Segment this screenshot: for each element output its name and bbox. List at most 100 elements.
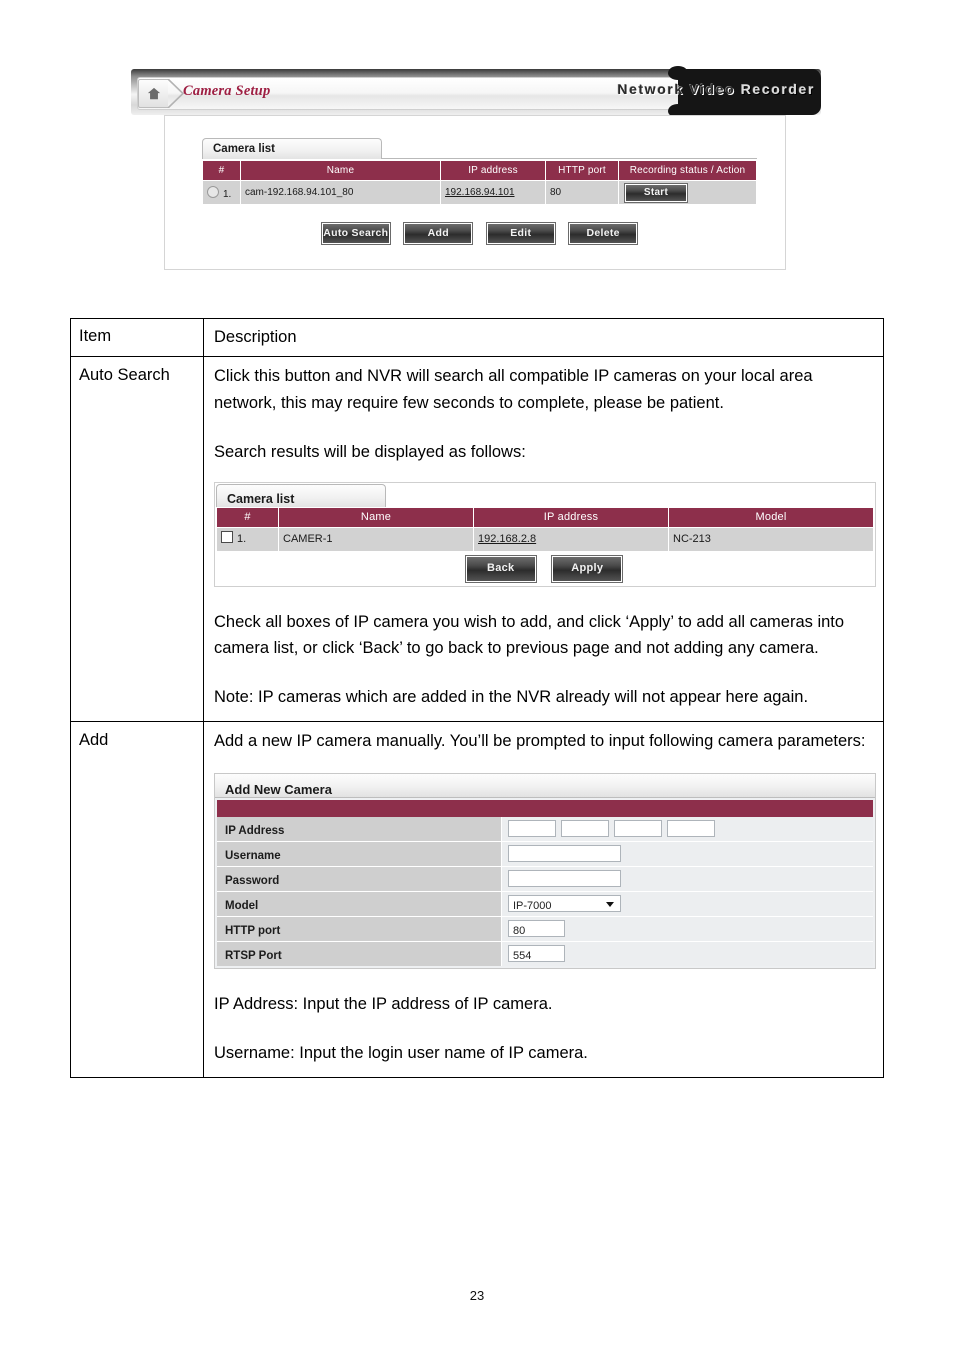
col-recording-status: Recording status / Action — [618, 160, 757, 181]
field-rtsp-port: 554 — [502, 942, 873, 966]
model-select[interactable]: IP-7000 — [508, 895, 621, 913]
camera-ip-link[interactable]: 192.168.94.101 — [445, 187, 515, 198]
breadcrumb-camera-setup: Camera Setup — [183, 83, 271, 99]
label-username: Username — [217, 842, 502, 867]
col-name: Name — [278, 506, 474, 529]
cell-name: CAMER-1 — [278, 527, 474, 553]
form-row-username: Username — [217, 842, 873, 868]
password-input[interactable] — [508, 870, 621, 888]
home-icon — [147, 87, 161, 100]
col-model: Model — [668, 506, 874, 529]
table-header-row: # Name IP address Model — [216, 506, 874, 529]
camera-list-table: # Name IP address HTTP port Recording st… — [202, 160, 757, 205]
back-button[interactable]: Back — [464, 554, 537, 584]
auto-search-para-3: Check all boxes of IP camera you wish to… — [214, 612, 845, 658]
apply-button[interactable]: Apply — [551, 554, 624, 584]
table-row[interactable]: 1. cam-192.168.94.101_80 192.168.94.101 … — [202, 180, 757, 205]
form-row-password: Password — [217, 867, 873, 893]
row-description-add: Add a new IP camera manually. You’ll be … — [204, 722, 886, 1077]
auto-search-para-2: Search results will be displayed as foll… — [214, 442, 526, 461]
search-results-panel: Camera list # Name IP address Model 1. C… — [216, 483, 874, 553]
col-http-port: HTTP port — [545, 160, 619, 181]
auto-search-para-4: Note: IP cameras which are added in the … — [214, 688, 809, 707]
header-description: Description — [214, 328, 297, 346]
col-ip: IP address — [440, 160, 546, 181]
add-camera-form: IP Address Username Password Model IP-70… — [217, 817, 873, 967]
cell-name: cam-192.168.94.101_80 — [240, 180, 441, 205]
table-header-row: # Name IP address HTTP port Recording st… — [202, 160, 757, 181]
row-index-label: 1. — [223, 188, 232, 200]
form-row-rtsp-port: RTSP Port 554 — [217, 942, 873, 967]
cell-http-port: 80 — [545, 180, 619, 205]
field-ip-address — [502, 817, 873, 841]
add-new-camera-title: Add New Camera — [215, 774, 875, 799]
row-index-label: 1. — [237, 533, 247, 546]
rtsp-port-input[interactable]: 554 — [508, 945, 565, 963]
ip-octet-1-input[interactable] — [508, 820, 556, 838]
label-model: Model — [217, 892, 502, 917]
row-description-auto-search: Click this button and NVR will search al… — [204, 357, 886, 721]
home-button[interactable] — [138, 79, 168, 108]
username-input[interactable] — [508, 845, 621, 863]
ip-octet-3-input[interactable] — [614, 820, 662, 838]
label-password: Password — [217, 867, 502, 892]
search-results-action-buttons: Back Apply — [215, 553, 873, 584]
edit-button[interactable]: Edit — [485, 222, 556, 245]
nvr-content-area: Camera list # Name IP address HTTP port … — [164, 115, 786, 270]
field-model: IP-7000 — [502, 892, 873, 916]
ip-octet-4-input[interactable] — [667, 820, 715, 838]
cell-index[interactable]: 1. — [216, 527, 279, 553]
delete-button[interactable]: Delete — [568, 222, 639, 245]
field-password — [502, 867, 873, 891]
camera-list-title: Camera list — [202, 138, 382, 159]
field-http-port: 80 — [502, 917, 873, 941]
screenshot-camera-setup: Camera Setup Network Video Recorder Came… — [131, 63, 821, 276]
http-port-input[interactable]: 80 — [508, 920, 565, 938]
header-item: Item — [71, 319, 204, 356]
col-name: Name — [240, 160, 441, 181]
table-row[interactable]: 1. CAMER-1 192.168.2.8 NC-213 — [216, 527, 874, 553]
logo-text: Network Video Recorder — [617, 81, 815, 97]
nvr-brand-logo: Network Video Recorder — [551, 66, 821, 118]
label-http-port: HTTP port — [217, 917, 502, 942]
nvr-header-banner: Camera Setup Network Video Recorder — [131, 63, 821, 118]
logo-text-recorder: Recorder — [740, 81, 815, 97]
cell-ip[interactable]: 192.168.2.8 — [473, 527, 669, 553]
screenshot-search-results: Camera list # Name IP address Model 1. C… — [214, 481, 876, 587]
row-item-add: Add — [71, 722, 204, 1077]
form-row-model: Model IP-7000 — [217, 892, 873, 918]
label-rtsp-port: RTSP Port — [217, 942, 502, 967]
start-recording-button[interactable]: Start — [624, 182, 688, 203]
add-button[interactable]: Add — [403, 222, 474, 245]
field-username — [502, 842, 873, 866]
row-item-auto-search: Auto Search — [71, 356, 204, 722]
table-row-add: Add Add a new IP camera manually. You’ll… — [71, 722, 883, 1077]
auto-search-button[interactable]: Auto Search — [320, 222, 391, 245]
add-para-2: IP Address: Input the IP address of IP c… — [214, 995, 553, 1014]
cell-ip[interactable]: 192.168.94.101 — [440, 180, 546, 205]
screenshot-add-new-camera: Add New Camera IP Address Username Passw… — [214, 773, 876, 970]
ip-octet-2-input[interactable] — [561, 820, 609, 838]
table-header-row: Item Description — [71, 319, 883, 357]
form-row-http-port: HTTP port 80 — [217, 917, 873, 943]
col-index: # — [216, 506, 279, 529]
add-para-1: Add a new IP camera manually. You’ll be … — [214, 732, 866, 751]
table-row-auto-search: Auto Search Click this button and NVR wi… — [71, 356, 886, 723]
search-results-title: Camera list — [216, 483, 386, 507]
row-checkbox[interactable] — [221, 531, 233, 544]
camera-list-action-buttons: Auto Search Add Edit Delete — [202, 222, 757, 245]
logo-text-video: Video — [689, 81, 741, 97]
chevron-down-icon — [606, 902, 614, 908]
form-row-ip-address: IP Address — [217, 817, 873, 843]
accent-bar — [217, 800, 873, 818]
camera-ip-link[interactable]: 192.168.2.8 — [478, 533, 536, 545]
cell-action[interactable]: Start — [618, 180, 757, 205]
cell-index[interactable]: 1. — [202, 180, 241, 205]
row-radio-button[interactable] — [207, 185, 219, 198]
col-ip: IP address — [473, 506, 669, 529]
page-number: 23 — [469, 1288, 485, 1303]
